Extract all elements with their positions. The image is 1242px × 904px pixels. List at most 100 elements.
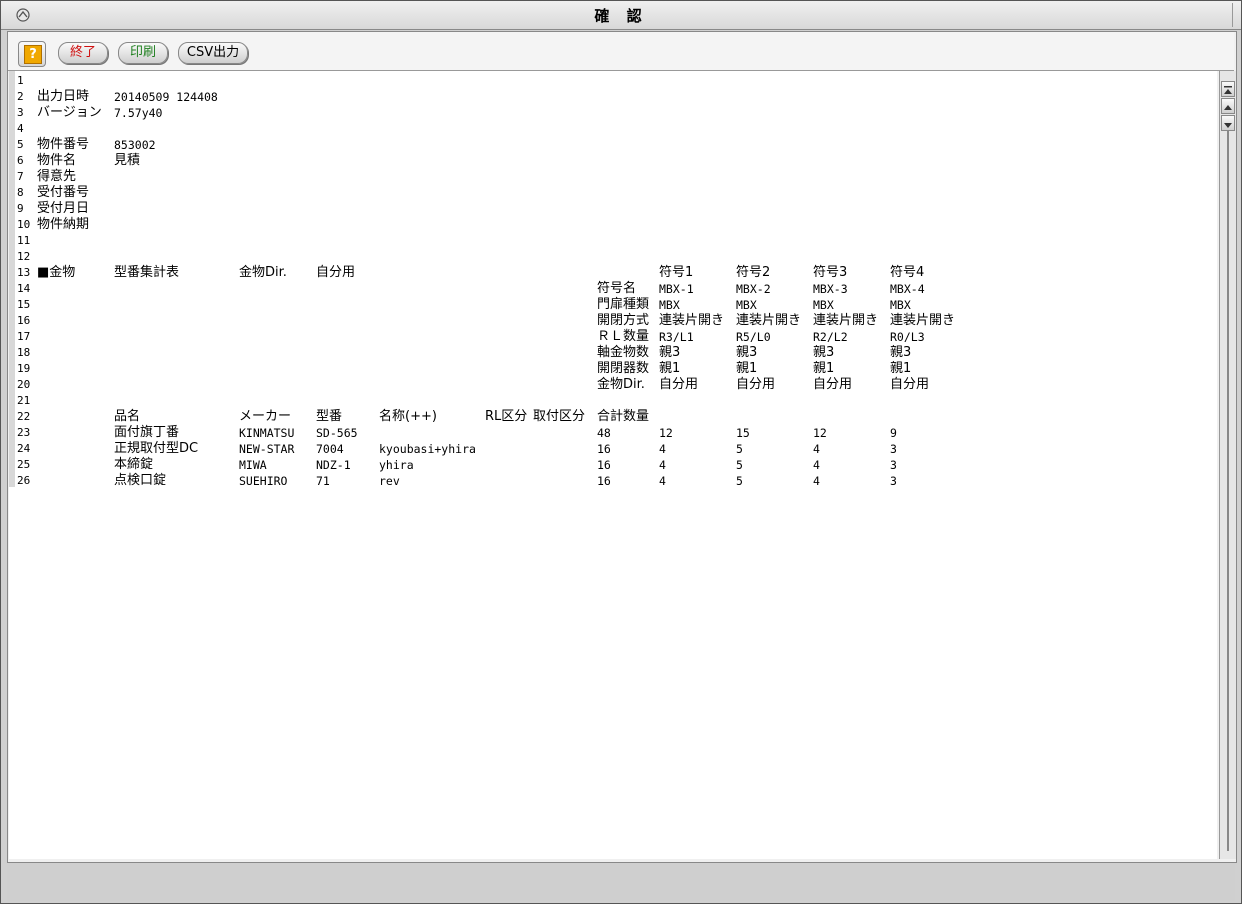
symbol-value: MBX-3: [813, 282, 848, 296]
help-button[interactable]: ?: [18, 41, 46, 67]
report-line: 15 門扉種類 MBX MBX MBX MBX: [9, 297, 1209, 313]
report-line: 19 開閉器数 親1 親1 親1 親1: [9, 361, 1209, 377]
symbol-quantity: 4: [659, 442, 666, 456]
titlebar-grip[interactable]: [1232, 3, 1239, 27]
reception-no-label: 受付番号: [37, 185, 90, 200]
vertical-scrollbar[interactable]: [1219, 71, 1236, 859]
report-line: 6 物件名 見積: [9, 153, 1209, 169]
total-quantity: 48: [597, 426, 611, 440]
symbol-quantity: 15: [736, 426, 750, 440]
symbol-value: 親1: [813, 361, 835, 376]
symbol-row-label: 開閉器数: [597, 361, 650, 376]
symbol-value: R3/L1: [659, 330, 694, 344]
symbol-quantity: 3: [890, 458, 897, 472]
window-title: 確 認: [594, 7, 648, 25]
report-line: 2 出力日時 20140509 124408: [9, 89, 1209, 105]
report-line: 10 物件納期: [9, 217, 1209, 233]
symbol-quantity: 3: [890, 442, 897, 456]
scroll-track[interactable]: [1227, 131, 1229, 851]
table-header: メーカー: [239, 409, 292, 424]
line-number: 12: [17, 250, 31, 263]
symbol-row-label: 符号名: [597, 281, 637, 296]
table-header: 品名: [114, 409, 141, 424]
line-number: 4: [17, 122, 24, 135]
symbol-value: 連装片開き: [736, 313, 802, 328]
symbol-quantity: 4: [659, 458, 666, 472]
symbol-quantity: 3: [890, 474, 897, 488]
model-summary-label: 型番集計表: [114, 265, 180, 280]
line-number: 2: [17, 90, 24, 103]
version-label: バージョン: [37, 105, 102, 120]
report-line: 11: [9, 233, 1209, 249]
line-number: 20: [17, 378, 31, 391]
symbol-quantity: 5: [736, 474, 743, 488]
symbol-value: MBX: [813, 298, 834, 312]
symbol-row-label: 軸金物数: [597, 345, 650, 360]
symbol-value: R0/L3: [890, 330, 925, 344]
symbol-quantity: 4: [813, 458, 820, 472]
item-name: 面付旗丁番: [114, 425, 180, 440]
symbol-quantity: 5: [736, 458, 743, 472]
report-line: 18 軸金物数 親3 親3 親3 親3: [9, 345, 1209, 361]
symbol-header: 符号2: [736, 265, 771, 280]
report-line: 8 受付番号: [9, 185, 1209, 201]
scroll-down-button[interactable]: [1221, 115, 1235, 131]
line-number: 1: [17, 74, 24, 87]
maker: KINMATSU: [239, 426, 295, 440]
property-no-label: 物件番号: [37, 137, 90, 152]
report-line: 12: [9, 249, 1209, 265]
symbol-value: 連装片開き: [813, 313, 879, 328]
confirm-window: 確 認 ? 終了 印刷 CSV出力 1 2 出力日時 20140509 124408 3…: [0, 0, 1242, 904]
report-line: 17 ＲＬ数量 R3/L1 R5/L0 R2/L2 R0/L3: [9, 329, 1209, 345]
symbol-quantity: 4: [659, 474, 666, 488]
title-bar[interactable]: 確 認: [1, 1, 1241, 30]
csv-export-button[interactable]: CSV出力: [178, 42, 248, 64]
line-number: 19: [17, 362, 31, 375]
toolbar: ? 終了 印刷 CSV出力: [8, 32, 1234, 71]
line-number: 24: [17, 442, 31, 455]
symbol-value: 自分用: [736, 377, 776, 392]
item-description: kyoubasi+yhira: [379, 442, 476, 456]
line-number: 11: [17, 234, 31, 247]
line-number: 6: [17, 154, 24, 167]
symbol-value: 親3: [813, 345, 835, 360]
total-quantity: 16: [597, 474, 611, 488]
table-row: 23 面付旗丁番 KINMATSU SD-565 48 12 15 12 9: [9, 425, 1209, 441]
property-name-value: 見積: [114, 153, 141, 168]
line-number: 25: [17, 458, 31, 471]
model-no: NDZ-1: [316, 458, 351, 472]
report-line: 14 符号名 MBX-1 MBX-2 MBX-3 MBX-4: [9, 281, 1209, 297]
property-no-value: 853002: [114, 138, 156, 152]
symbol-value: 自分用: [813, 377, 853, 392]
model-no: 7004: [316, 442, 344, 456]
symbol-value: 自分用: [659, 377, 699, 392]
symbol-value: 親1: [890, 361, 912, 376]
arrow-down-icon: [1224, 123, 1232, 128]
symbol-quantity: 4: [813, 474, 820, 488]
symbol-value: 連装片開き: [890, 313, 956, 328]
table-row: 26 点検口錠 SUEHIRO 71 rev 16 4 5 4 3: [9, 473, 1209, 489]
report-line: 4: [9, 121, 1209, 137]
report-line: 22 品名 メーカー 型番 名称(++) RL区分 取付区分 合計数量: [9, 409, 1209, 425]
line-number: 7: [17, 170, 24, 183]
total-quantity: 16: [597, 458, 611, 472]
arrow-up-icon: [1224, 105, 1232, 110]
total-quantity: 16: [597, 442, 611, 456]
model-no: 71: [316, 474, 330, 488]
report-line: 1: [9, 73, 1209, 89]
exit-button[interactable]: 終了: [58, 42, 108, 64]
print-button[interactable]: 印刷: [118, 42, 168, 64]
scroll-up-button[interactable]: [1221, 98, 1235, 114]
scroll-top-button[interactable]: [1221, 81, 1235, 97]
report-line: 16 開閉方式 連装片開き 連装片開き 連装片開き 連装片開き: [9, 313, 1209, 329]
symbol-row-label: 金物Dir.: [597, 377, 645, 392]
symbol-header: 符号1: [659, 265, 694, 280]
line-number: 5: [17, 138, 24, 151]
item-description: yhira: [379, 458, 414, 472]
item-name: 本締錠: [114, 457, 154, 472]
table-row: 25 本締錠 MIWA NDZ-1 yhira 16 4 5 4 3: [9, 457, 1209, 473]
report-line: 5 物件番号 853002: [9, 137, 1209, 153]
report-view[interactable]: 1 2 出力日時 20140509 124408 3 バージョン 7.57y40 4 5 物件番号…: [9, 71, 1217, 859]
symbol-header: 符号4: [890, 265, 925, 280]
symbol-value: 自分用: [890, 377, 930, 392]
